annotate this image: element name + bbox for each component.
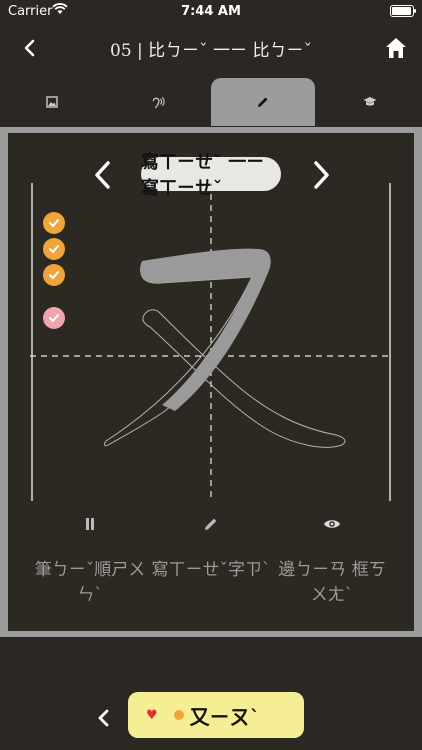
- heart-icon[interactable]: ♥: [146, 708, 158, 723]
- stroke-check-1: [43, 212, 65, 234]
- writing-canvas[interactable]: [30, 183, 392, 501]
- tab-bar: [0, 78, 422, 126]
- stroke-check-3: [43, 264, 65, 286]
- check-icon: [49, 271, 59, 280]
- check-icon: [49, 245, 59, 254]
- page-title: 05 | 比ㄅㄧˇ 一ㄧ 比ㄅㄧˇ: [110, 41, 312, 61]
- bottom-back-button[interactable]: [92, 704, 116, 732]
- status-bar: Carrier 7:44 AM: [0, 0, 422, 24]
- write-button[interactable]: 寫ㄒㄧㄝˇ字ㄗˋ: [151, 517, 271, 580]
- tab-quiz[interactable]: [318, 78, 422, 126]
- clock: 7:44 AM: [181, 4, 241, 19]
- listen-icon: [152, 96, 165, 108]
- image-icon: [46, 96, 58, 108]
- check-icon: [49, 219, 59, 228]
- tab-listen[interactable]: [106, 78, 210, 126]
- practice-panel: 寫ㄒㄧㄝˇ 一ㄧ 寫ㄒㄧㄝˇ 筆ㄅㄧˇ順ㄕㄨㄣˋ 寫ㄒㄧㄝˇ字ㄗˋ 邊ㄅㄧㄢ 框…: [0, 127, 422, 637]
- card-character: 又ㄧㄡˋ: [189, 704, 260, 729]
- character-grid: [30, 183, 392, 501]
- eye-icon: [324, 520, 340, 528]
- character-card[interactable]: ♥ 又ㄧㄡˋ: [128, 692, 304, 738]
- pencil-icon: [258, 97, 268, 107]
- checked-icon: [173, 710, 184, 720]
- pencil-icon: [205, 518, 217, 530]
- graduation-cap-icon: [363, 97, 377, 106]
- pause-icon: [86, 518, 94, 530]
- stroke-order-button[interactable]: 筆ㄅㄧˇ順ㄕㄨㄣˋ: [30, 517, 150, 605]
- home-icon: [386, 38, 406, 58]
- tool-bar: 筆ㄅㄧˇ順ㄕㄨㄣˋ 寫ㄒㄧㄝˇ字ㄗˋ 邊ㄅㄧㄢ 框ㄎㄨㄤˋ: [8, 517, 414, 607]
- stroke-order-label: 筆ㄅㄧˇ順ㄕㄨㄣˋ: [34, 560, 146, 605]
- check-icon: [49, 314, 59, 323]
- write-label: 寫ㄒㄧㄝˇ字ㄗˋ: [151, 560, 271, 580]
- chevron-left-icon: [98, 709, 109, 727]
- tab-write[interactable]: [211, 78, 315, 126]
- stroke-check-4: [43, 307, 65, 329]
- border-label: 邊ㄅㄧㄢ 框ㄎㄨㄤˋ: [278, 560, 386, 605]
- home-button[interactable]: [384, 36, 408, 60]
- tab-picture[interactable]: [0, 78, 104, 126]
- navigation-bar: 05 | 比ㄅㄧˇ 一ㄧ 比ㄅㄧˇ: [0, 24, 422, 76]
- stroke-check-2: [43, 238, 65, 260]
- practice-area: 寫ㄒㄧㄝˇ 一ㄧ 寫ㄒㄧㄝˇ 筆ㄅㄧˇ順ㄕㄨㄣˋ 寫ㄒㄧㄝˇ字ㄗˋ 邊ㄅㄧㄢ 框…: [8, 133, 414, 631]
- battery-icon: [390, 5, 416, 17]
- border-toggle-button[interactable]: 邊ㄅㄧㄢ 框ㄎㄨㄤˋ: [272, 517, 392, 605]
